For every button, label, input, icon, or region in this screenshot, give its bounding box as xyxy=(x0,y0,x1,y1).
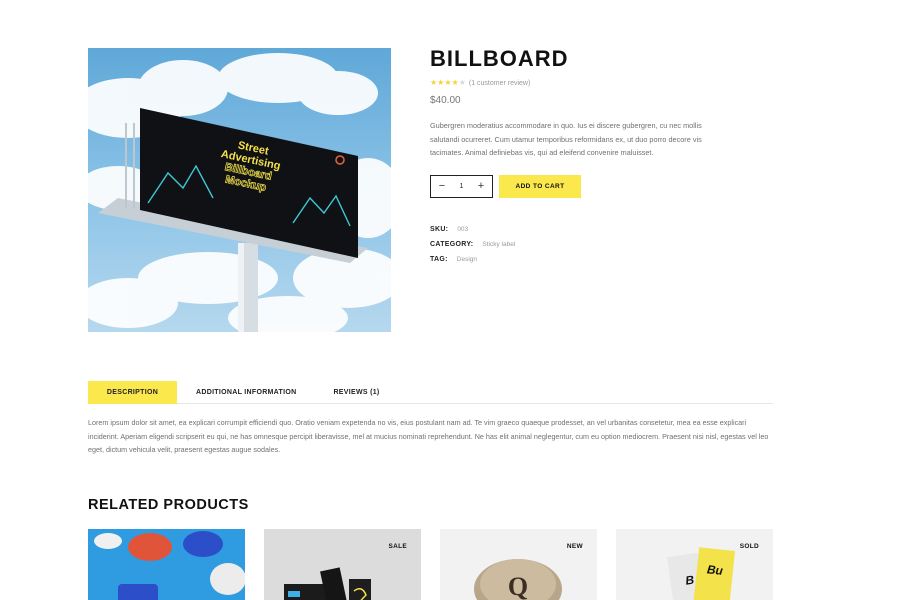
star-icon: ★ xyxy=(430,78,438,87)
star-icon: ★ xyxy=(437,78,445,87)
tag-label: TAG: xyxy=(430,256,448,263)
rating: ★ ★ ★ ★ ★ (1 customer review) xyxy=(430,77,730,89)
product-summary: BILLBOARD ★ ★ ★ ★ ★ (1 customer review) $40.… xyxy=(430,46,730,160)
category-link[interactable]: Sticky label xyxy=(482,241,515,248)
tab-description[interactable]: DESCRIPTION xyxy=(88,381,177,404)
product-tabs: DESCRIPTION ADDITIONAL INFORMATION REVIE… xyxy=(88,381,773,404)
product-title: BILLBOARD xyxy=(430,46,569,71)
tag-link[interactable]: Design xyxy=(457,256,477,263)
quantity-input[interactable]: 1 xyxy=(460,183,464,190)
add-to-cart-form: − 1 + ADD TO CART xyxy=(430,175,581,198)
customer-review-link[interactable]: (1 customer review) xyxy=(469,80,530,87)
sku-value: 003 xyxy=(457,226,469,233)
product-meta: SKU: 003 CATEGORY: Sticky label TAG: Des… xyxy=(430,222,515,267)
sku-label: SKU: xyxy=(430,226,449,233)
star-rating: ★ ★ ★ ★ ★ xyxy=(430,78,466,88)
quantity-stepper: − 1 + xyxy=(430,175,493,198)
business-cards-image: Bu B xyxy=(616,529,773,600)
related-product-card[interactable] xyxy=(88,529,245,600)
new-badge: NEW xyxy=(566,543,583,550)
sold-badge: SOLD xyxy=(739,543,759,550)
minus-icon[interactable]: − xyxy=(437,181,447,192)
meta-sku: SKU: 003 xyxy=(430,222,515,237)
sale-badge: SALE xyxy=(388,543,407,550)
billboard-photo: Street Advertising Billboard Mockup xyxy=(88,53,391,332)
star-icon: ★ xyxy=(451,78,459,87)
related-product-card[interactable]: Bu B SOLD xyxy=(616,529,773,600)
tab-additional-information[interactable]: ADDITIONAL INFORMATION xyxy=(196,381,296,404)
stationery-image xyxy=(264,529,421,600)
star-icon: ★ xyxy=(444,78,452,87)
coffee-cups-image xyxy=(88,529,245,600)
description-panel: Lorem ipsum dolor sit amet, ea explicari… xyxy=(88,418,769,454)
meta-category: CATEGORY: Sticky label xyxy=(430,237,515,252)
category-label: CATEGORY: xyxy=(430,241,474,248)
add-to-cart-button[interactable]: ADD TO CART xyxy=(499,175,581,198)
star-icon: ★ xyxy=(458,78,466,87)
related-products-title: RELATED PRODUCTS xyxy=(88,497,249,513)
product-image[interactable]: Street Advertising Billboard Mockup xyxy=(88,48,391,332)
product-price: $40.00 xyxy=(430,95,461,106)
tab-reviews[interactable]: REVIEWS (1) xyxy=(333,381,379,404)
product-short-description: Gubergren moderatius accommodare in quo.… xyxy=(430,121,702,157)
svg-text:Bu: Bu xyxy=(706,562,724,578)
related-product-card[interactable]: Q NEW xyxy=(440,529,597,600)
related-product-card[interactable]: SALE xyxy=(264,529,421,600)
wooden-product-image: Q xyxy=(440,529,597,600)
svg-text:Q: Q xyxy=(508,572,528,600)
plus-icon[interactable]: + xyxy=(476,181,486,192)
meta-tag: TAG: Design xyxy=(430,252,515,267)
